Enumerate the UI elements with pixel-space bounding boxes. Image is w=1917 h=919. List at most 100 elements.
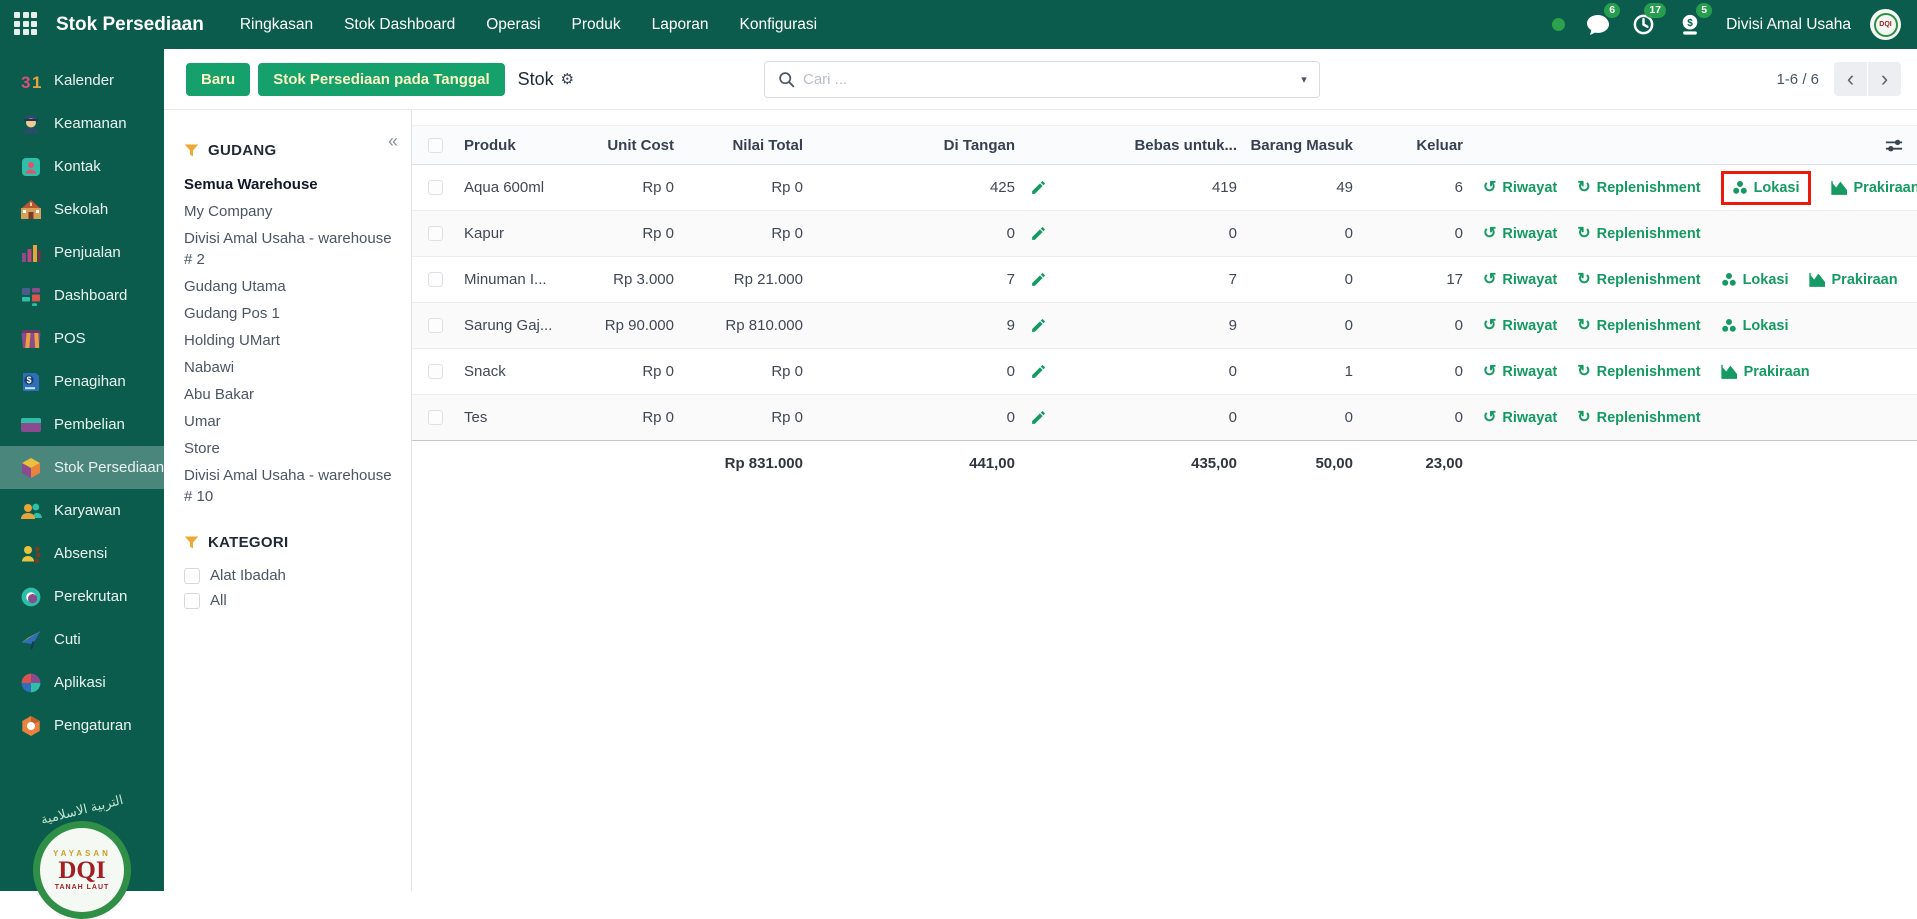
riwayat-button[interactable]: ↺Riwayat <box>1483 226 1557 242</box>
sidebar-item-pos[interactable]: POS <box>0 317 164 360</box>
row-checkbox[interactable] <box>428 364 443 379</box>
stock-at-date-button[interactable]: Stok Persediaan pada Tanggal <box>258 63 504 96</box>
search-bar[interactable]: ▾ <box>764 61 1320 98</box>
warehouse-item-holding-umart[interactable]: Holding UMart <box>184 327 397 354</box>
apps-grid-icon[interactable] <box>14 12 39 37</box>
warehouse-item-gudang-utama[interactable]: Gudang Utama <box>184 273 397 300</box>
replenishment-button[interactable]: ↻Replenishment <box>1577 410 1700 426</box>
sidebar-item-cuti[interactable]: Cuti <box>0 618 164 661</box>
prakiraan-button[interactable]: Prakiraan <box>1831 180 1917 196</box>
menu-produk[interactable]: Produk <box>572 16 621 34</box>
edit-pencil-icon[interactable] <box>1030 363 1047 380</box>
edit-pencil-icon[interactable] <box>1030 225 1047 242</box>
search-input[interactable] <box>795 71 1289 88</box>
sidebar-item-aplikasi[interactable]: Aplikasi <box>0 661 164 704</box>
warehouse-item-nabawi[interactable]: Nabawi <box>184 354 397 381</box>
edit-pencil-icon[interactable] <box>1030 179 1047 196</box>
table-row[interactable]: Snack Rp 0 Rp 0 0 0 1 0 ↺Riwayat ↻Replen… <box>412 349 1917 395</box>
col-bebas-untuk[interactable]: Bebas untuk... <box>1070 137 1237 154</box>
table-row[interactable]: Aqua 600ml Rp 0 Rp 0 425 419 49 6 ↺Riway… <box>412 165 1917 211</box>
menu-laporan[interactable]: Laporan <box>652 16 709 34</box>
warehouse-item-my-company[interactable]: My Company <box>184 198 397 225</box>
checkbox[interactable] <box>184 568 200 584</box>
edit-pencil-icon[interactable] <box>1030 271 1047 288</box>
app-title[interactable]: Stok Persediaan <box>56 14 204 36</box>
row-checkbox[interactable] <box>428 272 443 287</box>
pager-prev-icon[interactable]: ‹ <box>1834 62 1867 96</box>
riwayat-button[interactable]: ↺Riwayat <box>1483 180 1557 196</box>
menu-konfigurasi[interactable]: Konfigurasi <box>740 16 818 34</box>
row-checkbox[interactable] <box>428 226 443 241</box>
lokasi-button[interactable]: Lokasi <box>1732 180 1800 196</box>
menu-ringkasan[interactable]: Ringkasan <box>240 16 313 34</box>
search-dropdown-toggle[interactable]: ▾ <box>1289 62 1319 97</box>
category-item-all[interactable]: All <box>184 588 397 613</box>
warehouse-item-divisi-10[interactable]: Divisi Amal Usaha - warehouse # 10 <box>184 462 397 510</box>
forecast-chart-icon <box>1721 364 1738 379</box>
category-item-alat-ibadah[interactable]: Alat Ibadah <box>184 563 397 588</box>
col-nilai-total[interactable]: Nilai Total <box>674 137 803 154</box>
col-barang-masuk[interactable]: Barang Masuk <box>1237 137 1353 154</box>
warehouse-item-store[interactable]: Store <box>184 435 397 462</box>
replenishment-button[interactable]: ↻Replenishment <box>1577 364 1700 380</box>
edit-pencil-icon[interactable] <box>1030 409 1047 426</box>
warehouse-item-umar[interactable]: Umar <box>184 408 397 435</box>
sidebar-item-penjualan[interactable]: Penjualan <box>0 231 164 274</box>
sidebar-item-pengaturan[interactable]: Pengaturan <box>0 704 164 747</box>
col-di-tangan[interactable]: Di Tangan <box>803 137 1015 154</box>
prakiraan-button[interactable]: Prakiraan <box>1809 272 1898 288</box>
riwayat-button[interactable]: ↺Riwayat <box>1483 410 1557 426</box>
prakiraan-button[interactable]: Prakiraan <box>1721 364 1810 380</box>
sidebar-item-stok-persediaan[interactable]: Stok Persediaan <box>0 446 164 489</box>
replenishment-button[interactable]: ↻Replenishment <box>1577 226 1700 242</box>
riwayat-button[interactable]: ↺Riwayat <box>1483 364 1557 380</box>
replenishment-button[interactable]: ↻Replenishment <box>1577 272 1700 288</box>
sidebar-item-perekrutan[interactable]: Perekrutan <box>0 575 164 618</box>
sidebar-item-keamanan[interactable]: Keamanan <box>0 102 164 145</box>
messages-icon[interactable]: 6 <box>1584 11 1611 38</box>
company-name[interactable]: Divisi Amal Usaha <box>1726 16 1851 34</box>
warehouse-item-semua[interactable]: Semua Warehouse <box>184 171 397 198</box>
replenishment-button[interactable]: ↻Replenishment <box>1577 180 1700 196</box>
sidebar-item-dashboard[interactable]: Dashboard <box>0 274 164 317</box>
table-row[interactable]: Tes Rp 0 Rp 0 0 0 0 0 ↺Riwayat ↻Replenis… <box>412 395 1917 441</box>
row-checkbox[interactable] <box>428 318 443 333</box>
lokasi-button[interactable]: Lokasi <box>1721 272 1789 288</box>
user-avatar[interactable]: DQI <box>1870 9 1901 40</box>
menu-operasi[interactable]: Operasi <box>486 16 540 34</box>
collapse-panel-icon[interactable]: « <box>388 132 398 150</box>
sidebar-item-kontak[interactable]: Kontak <box>0 145 164 188</box>
col-keluar[interactable]: Keluar <box>1353 137 1463 154</box>
col-produk[interactable]: Produk <box>458 137 564 154</box>
warehouse-item-abu-bakar[interactable]: Abu Bakar <box>184 381 397 408</box>
col-unit-cost[interactable]: Unit Cost <box>564 137 674 154</box>
pager-next-icon[interactable]: › <box>1868 62 1901 96</box>
sidebar-item-kalender[interactable]: 31 Kalender <box>0 59 164 102</box>
sidebar-item-penagihan[interactable]: $ Penagihan <box>0 360 164 403</box>
riwayat-button[interactable]: ↺Riwayat <box>1483 272 1557 288</box>
sidebar-item-absensi[interactable]: Absensi <box>0 532 164 575</box>
activities-icon[interactable]: 17 <box>1630 11 1657 38</box>
new-button[interactable]: Baru <box>186 63 250 96</box>
riwayat-button[interactable]: ↺Riwayat <box>1483 318 1557 334</box>
gear-icon[interactable]: ⚙ <box>561 70 574 88</box>
optional-columns-icon[interactable] <box>1885 138 1903 158</box>
table-row[interactable]: Sarung Gaj... Rp 90.000 Rp 810.000 9 9 0… <box>412 303 1917 349</box>
sidebar-item-karyawan[interactable]: Karyawan <box>0 489 164 532</box>
table-row[interactable]: Kapur Rp 0 Rp 0 0 0 0 0 ↺Riwayat ↻Replen… <box>412 211 1917 257</box>
row-checkbox[interactable] <box>428 180 443 195</box>
warehouse-item-gudang-pos-1[interactable]: Gudang Pos 1 <box>184 300 397 327</box>
sidebar-item-pembelian[interactable]: Pembelian <box>0 403 164 446</box>
sidebar-item-sekolah[interactable]: Sekolah <box>0 188 164 231</box>
row-checkbox[interactable] <box>428 410 443 425</box>
lokasi-button[interactable]: Lokasi <box>1721 318 1789 334</box>
select-all-checkbox[interactable] <box>428 138 443 153</box>
checkbox[interactable] <box>184 593 200 609</box>
sidebar-item-label: Penagihan <box>54 373 126 390</box>
edit-pencil-icon[interactable] <box>1030 317 1047 334</box>
table-row[interactable]: Minuman I... Rp 3.000 Rp 21.000 7 7 0 17… <box>412 257 1917 303</box>
money-icon[interactable]: $ 5 <box>1676 11 1703 38</box>
menu-stok-dashboard[interactable]: Stok Dashboard <box>344 16 455 34</box>
warehouse-item-divisi-2[interactable]: Divisi Amal Usaha - warehouse # 2 <box>184 225 397 273</box>
replenishment-button[interactable]: ↻Replenishment <box>1577 318 1700 334</box>
